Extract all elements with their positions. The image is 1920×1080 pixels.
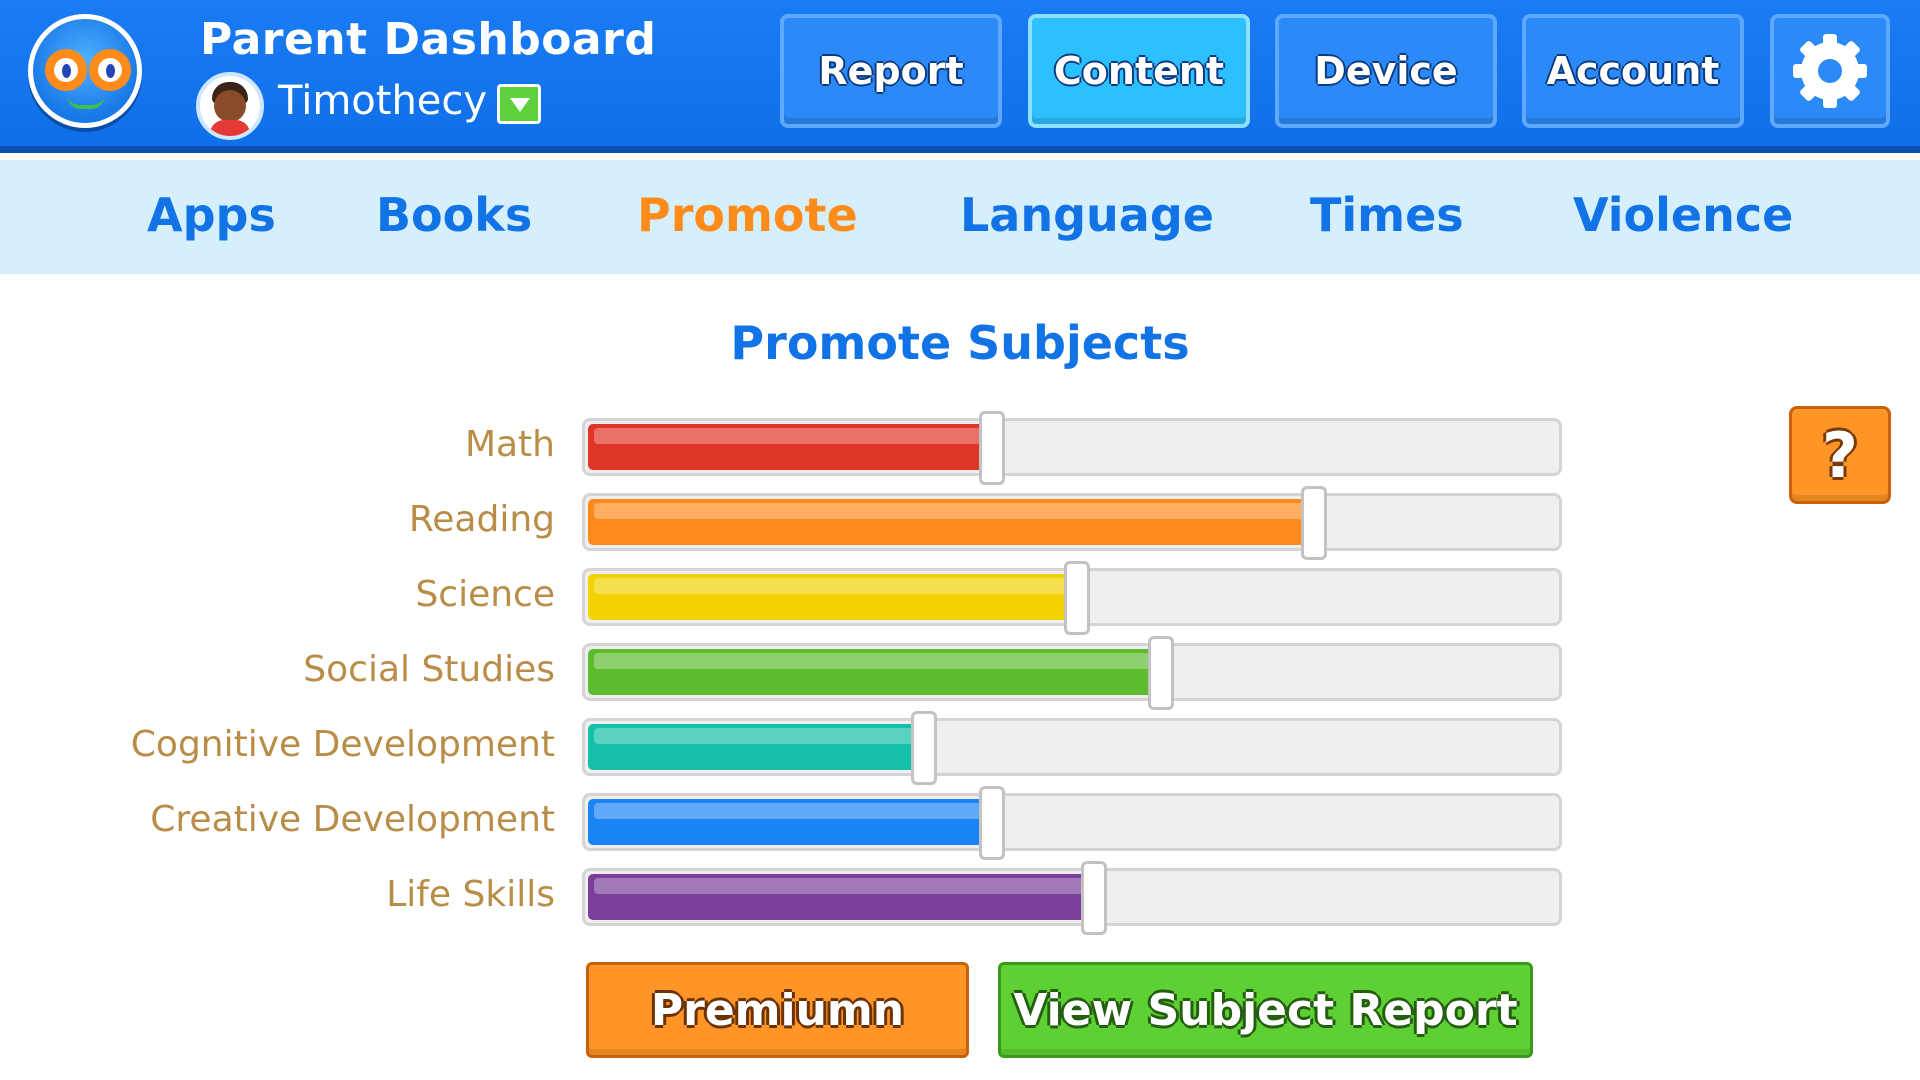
- subject-slider-row: Science: [0, 561, 1600, 635]
- top-header: Parent Dashboard Timothecy Report Conten…: [0, 0, 1920, 153]
- subject-slider-label: Science: [415, 574, 555, 615]
- section-title: Promote Subjects: [730, 316, 1190, 370]
- view-subject-report-button[interactable]: View Subject Report: [998, 962, 1533, 1058]
- subnav-apps[interactable]: Apps: [147, 188, 276, 242]
- subnav-violence[interactable]: Violence: [1573, 188, 1793, 242]
- help-icon: ?: [1822, 418, 1858, 492]
- logo-smile: [67, 95, 105, 109]
- subject-slider-label: Cognitive Development: [130, 724, 555, 765]
- subnav-times[interactable]: Times: [1310, 188, 1464, 242]
- dashboard-title: Parent Dashboard: [200, 14, 657, 65]
- report-button[interactable]: Report: [780, 14, 1002, 128]
- subject-slider-fill: [588, 724, 924, 770]
- subject-slider-fill: [588, 424, 992, 470]
- subject-slider-fill: [588, 499, 1314, 545]
- subnav-promote[interactable]: Promote: [637, 188, 858, 242]
- subject-slider-track[interactable]: [582, 486, 1562, 560]
- subject-slider-label: Math: [464, 424, 555, 465]
- subject-slider-fill: [588, 649, 1161, 695]
- subject-slider-track[interactable]: [582, 711, 1562, 785]
- subject-slider-fill: [588, 574, 1077, 620]
- help-button[interactable]: ?: [1789, 406, 1891, 504]
- subject-slider-thumb[interactable]: [1064, 561, 1090, 635]
- subject-slider-thumb[interactable]: [979, 411, 1005, 485]
- subnav-books[interactable]: Books: [376, 188, 532, 242]
- subject-slider-row: Reading: [0, 486, 1600, 560]
- subject-slider-thumb[interactable]: [1301, 486, 1327, 560]
- content-subnav: Apps Books Promote Language Times Violen…: [0, 160, 1920, 274]
- settings-button[interactable]: [1770, 14, 1890, 128]
- child-name[interactable]: Timothecy: [278, 78, 487, 124]
- subject-slider-label: Reading: [408, 499, 555, 540]
- subject-slider-fill: [588, 799, 992, 845]
- subject-slider-thumb[interactable]: [1148, 636, 1174, 710]
- content-button[interactable]: Content: [1028, 14, 1250, 128]
- subject-slider-track[interactable]: [582, 636, 1562, 710]
- subject-slider-row: Math: [0, 411, 1600, 485]
- subject-slider-thumb[interactable]: [979, 786, 1005, 860]
- app-logo: [28, 14, 142, 128]
- subject-slider-track[interactable]: [582, 786, 1562, 860]
- subject-slider-track[interactable]: [582, 411, 1562, 485]
- subject-slider-label: Creative Development: [150, 799, 555, 840]
- subject-slider-thumb[interactable]: [1081, 861, 1107, 935]
- account-button[interactable]: Account: [1522, 14, 1744, 128]
- logo-eye-right: [89, 49, 131, 91]
- child-dropdown-icon[interactable]: [497, 84, 541, 124]
- subject-slider-row: Creative Development: [0, 786, 1600, 860]
- logo-eye-left: [45, 49, 87, 91]
- subject-slider-row: Cognitive Development: [0, 711, 1600, 785]
- subject-slider-track[interactable]: [582, 561, 1562, 635]
- subnav-language[interactable]: Language: [960, 188, 1214, 242]
- subject-slider-track[interactable]: [582, 861, 1562, 935]
- gear-icon: [1793, 34, 1867, 108]
- subject-slider-row: Social Studies: [0, 636, 1600, 710]
- subject-slider-label: Social Studies: [303, 649, 555, 690]
- subject-slider-label: Life Skills: [386, 874, 555, 915]
- subject-slider-thumb[interactable]: [911, 711, 937, 785]
- subject-slider-row: Life Skills: [0, 861, 1600, 935]
- subject-slider-fill: [588, 874, 1094, 920]
- device-button[interactable]: Device: [1275, 14, 1497, 128]
- premium-button[interactable]: Premiumn: [586, 962, 969, 1058]
- child-avatar[interactable]: [196, 72, 264, 140]
